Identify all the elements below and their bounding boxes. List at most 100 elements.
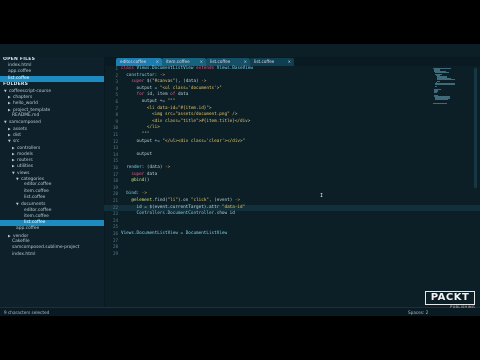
tab-1[interactable]: item.coffee × — [162, 58, 206, 66]
line-number: 13 — [112, 145, 118, 151]
code-line[interactable]: @bind() — [121, 178, 149, 185]
tab-label: list.coffee — [210, 59, 231, 64]
folder-item[interactable]: index.html — [0, 252, 104, 258]
code-line[interactable]: """ — [121, 132, 150, 139]
minimap-line — [435, 98, 449, 100]
logo-subtext: PUBLISHING — [450, 305, 475, 309]
line-number: 27 — [112, 237, 118, 243]
folder-label: README.md — [12, 113, 40, 119]
close-icon[interactable]: × — [288, 58, 291, 66]
sidebar: OPEN FILES index.html app.coffee list.coff… — [0, 57, 105, 307]
line-number: 3 — [115, 79, 118, 85]
open-file-label: app.coffee — [8, 69, 32, 75]
folder-label: Cakefile — [12, 239, 30, 245]
folder-label: chapters — [13, 95, 33, 101]
code-line[interactable]: render: (data) -> — [121, 165, 170, 172]
folder-label: item.coffee — [24, 188, 49, 194]
folder-label: routers — [17, 158, 33, 164]
code-line[interactable]: bind: -> — [121, 191, 147, 198]
code-line[interactable]: @element.find("li").on "click", (event) … — [121, 198, 240, 205]
line-number: 26 — [112, 231, 118, 236]
minimap-line — [436, 80, 441, 82]
folder-label: controllers — [17, 145, 41, 151]
folder-label: coffeescript-course — [9, 88, 52, 94]
line-number: 17 — [112, 171, 118, 177]
close-icon[interactable]: × — [200, 58, 203, 66]
folder-label: app.coffee — [16, 226, 40, 232]
code-line[interactable]: output += """ — [121, 99, 176, 106]
code-line[interactable]: Views.DocumentListView = DocumentListVie… — [121, 231, 227, 238]
line-number: 19 — [112, 184, 118, 190]
folder-label: views — [17, 170, 30, 176]
status-bar: 9 characters selected Spaces: 2 — [0, 307, 480, 316]
folder-label: documents — [21, 202, 46, 208]
folder-label: assets — [13, 126, 27, 132]
line-number: 2 — [115, 72, 118, 78]
line-number: 6 — [115, 99, 118, 104]
open-file-label: index.html — [8, 63, 32, 68]
tab-label: list.coffee — [254, 59, 275, 64]
folder-label: samcomposed — [9, 120, 41, 126]
folder-label: utilities — [17, 164, 34, 170]
tab-label: editor.coffee — [120, 59, 147, 64]
folder-label: list.coffee — [24, 220, 46, 226]
code-line[interactable]: </li> — [121, 125, 160, 132]
code-line[interactable]: output += "</ul><div class='clear'></div… — [121, 139, 246, 146]
minimap-line — [435, 83, 456, 85]
status-selection: 9 characters selected — [4, 310, 50, 315]
code-line[interactable]: Controllers.DocumentController.show id — [121, 211, 235, 218]
tab-2[interactable]: list.coffee × — [206, 58, 250, 66]
line-number: 24 — [112, 217, 118, 223]
line-number: 28 — [112, 244, 118, 250]
minimap-line — [435, 86, 438, 88]
folder-label: item.coffee — [24, 213, 49, 219]
line-number: 22 — [112, 204, 118, 210]
folder-label: hello_world — [13, 101, 38, 107]
line-number: 7 — [115, 105, 118, 111]
folder-label: list.coffee — [24, 194, 46, 200]
folder-label: src — [13, 139, 20, 145]
line-number: 9 — [115, 118, 118, 124]
folder-label: editor.coffee — [24, 182, 52, 188]
line-number: 10 — [112, 125, 118, 131]
minimap-line — [434, 91, 437, 93]
line-number: 11 — [112, 132, 118, 137]
folder-label: editor.coffee — [24, 207, 52, 213]
code-line[interactable]: super $("#canvas"), (data) -> — [121, 79, 206, 86]
minimap[interactable] — [433, 68, 456, 108]
scrollbar[interactable] — [474, 68, 477, 188]
tab-label: item.coffee — [166, 59, 190, 64]
folders-tree: ▼ coffeescript-course ▶ chapters ▶ hello_worl… — [0, 88, 104, 258]
open-file-label: list.coffee — [8, 75, 30, 81]
tab-0[interactable]: editor.coffee × — [116, 58, 162, 66]
folder-label: samcomposed.sublime-project — [12, 245, 80, 251]
line-number: 1 — [115, 66, 118, 71]
tab-3[interactable]: list.coffee × — [250, 58, 294, 66]
folder-label: vendor — [13, 233, 29, 239]
line-number: 5 — [115, 92, 118, 98]
folder-label: index.html — [12, 251, 36, 257]
close-icon[interactable]: × — [156, 58, 159, 66]
line-number: 8 — [115, 112, 118, 118]
mouse-cursor-icon: I — [320, 193, 324, 199]
minimap-line — [433, 103, 448, 105]
close-icon[interactable]: × — [244, 58, 247, 66]
logo-text: PACKT — [430, 292, 470, 303]
publisher-logo: PACKT PUBLISHING — [425, 291, 475, 313]
open-file-item[interactable]: list.coffee — [0, 75, 104, 82]
line-number: 12 — [112, 138, 118, 144]
line-number: 4 — [115, 85, 118, 91]
code-line[interactable]: output — [121, 152, 153, 159]
line-number: 16 — [112, 165, 118, 170]
code-line[interactable]: class Views.DocumentListView extends Vie… — [121, 66, 253, 73]
tab-bar: editor.coffee × item.coffee × list.coffee × li… — [104, 57, 480, 66]
editor-window: OPEN FILES index.html app.coffee list.coff… — [0, 44, 480, 316]
line-number: 20 — [112, 191, 118, 197]
code-line[interactable]: for id, item of data — [121, 92, 189, 99]
code-editor[interactable]: 1 class Views.DocumentListView extends Vi… — [104, 66, 480, 276]
line-number: 25 — [112, 224, 118, 230]
code-line[interactable]: <img src="assets/document.png" /> — [121, 112, 237, 119]
line-number: 23 — [112, 211, 118, 217]
folder-label: dist — [13, 132, 22, 138]
folder-label: models — [17, 151, 33, 157]
